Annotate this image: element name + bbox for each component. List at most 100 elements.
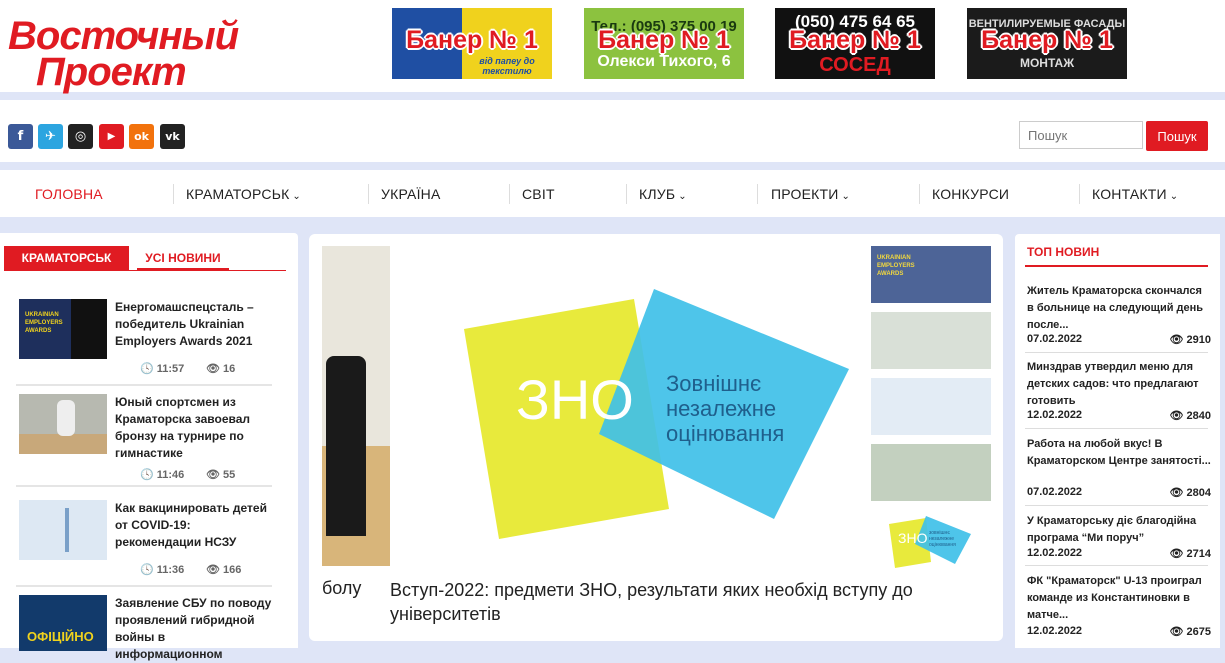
search-input[interactable]: [1019, 121, 1143, 149]
banner-label: Банер № 1: [406, 26, 538, 54]
tab-underline: [4, 270, 286, 271]
news-divider: [16, 384, 272, 386]
top-news-views: 👁 2910: [1169, 333, 1211, 346]
top-news-divider: [1025, 428, 1208, 429]
slider-thumb[interactable]: [871, 378, 991, 435]
news-meta: 🕓 11:36: [140, 563, 184, 576]
news-thumb: ОФІЦІЙНО: [19, 595, 107, 651]
banner-4[interactable]: ВЕНТИЛИРУЕМЫЕ ФАСАДЫ МОНТАЖ Банер № 1: [967, 8, 1127, 79]
zno-abbr: ЗНО: [516, 368, 634, 431]
nav-item-contests[interactable]: КОНКУРСИ: [932, 186, 1009, 202]
instagram-icon[interactable]: ◎: [68, 124, 93, 149]
top-news-views: 👁 2714: [1169, 547, 1211, 560]
nav-item-label: ПРОЕКТИ: [771, 186, 839, 202]
zno-mini-abbr: ЗНО: [898, 530, 928, 546]
news-views-count: 55: [223, 469, 236, 481]
zno-mini-text: зовнішнє незалежне оцінювання: [929, 530, 956, 548]
site-header: Восточный Проект від папеу до текстилю Б…: [0, 0, 1225, 92]
banner-2[interactable]: Тел.: (095) 375 00 19 Олекси Тихого, 6 Б…: [584, 8, 744, 79]
top-news-date: 12.02.2022: [1027, 547, 1083, 559]
banner-bg-text: Олекси Тихого, 6: [597, 53, 731, 70]
slider-thumb-active[interactable]: ЗНО зовнішнє незалежне оцінювання: [871, 510, 991, 570]
nav-item-contacts[interactable]: КОНТАКТИ ⌄: [1092, 186, 1178, 202]
news-title: Заявление СБУ по поводу проявлений гибри…: [115, 596, 272, 661]
nav-divider: [173, 184, 174, 204]
news-item[interactable]: Как вакцинировать детей от COVID-19: рек…: [16, 500, 272, 580]
thumb-text: ОФІЦІЙНО: [27, 629, 94, 644]
nav-item-ukraine[interactable]: УКРАЇНА: [381, 186, 441, 202]
nav-item-club[interactable]: КЛУБ ⌄: [639, 186, 687, 202]
zno-full-name: Зовнішнє незалежне оцінювання: [666, 371, 784, 446]
zno-logo[interactable]: ЗНО Зовнішнє незалежне оцінювання: [434, 259, 884, 559]
slider-thumb[interactable]: UKRAINIAN EMPLOYERS AWARDS: [871, 246, 991, 303]
banner-bg-text: від папеу до текстилю: [479, 56, 535, 76]
telegram-icon[interactable]: ✈: [38, 124, 63, 149]
top-news-item[interactable]: ФК "Краматорск" U-13 проиграл команде из…: [1027, 573, 1211, 638]
chevron-down-icon: ⌄: [838, 191, 851, 202]
news-time: 11:36: [156, 564, 185, 576]
thumb-text: UKRAINIAN EMPLOYERS AWARDS: [25, 312, 63, 334]
facebook-icon[interactable]: f: [8, 124, 33, 149]
search-button[interactable]: Пошук: [1146, 121, 1208, 151]
banner-label: Банер № 1: [598, 26, 730, 54]
news-item[interactable]: Юный спортсмен из Краматорска завоевал б…: [16, 394, 272, 484]
tab-kramatorsk[interactable]: КРАМАТОРСЬК: [4, 246, 129, 270]
top-news-date: 12.02.2022: [1027, 625, 1083, 637]
zno-line1: Зовнішнє: [666, 371, 762, 396]
banner-label: Банер № 1: [981, 26, 1113, 54]
news-thumb: [19, 394, 107, 454]
top-news-views: 👁 2675: [1169, 625, 1211, 638]
thumb-text: UKRAINIAN EMPLOYERS AWARDS: [877, 255, 915, 277]
eye-icon: 👁: [206, 363, 220, 375]
thumb-decor: [57, 400, 75, 436]
nav-item-kramatorsk[interactable]: КРАМАТОРСЬК ⌄: [186, 186, 301, 202]
eye-icon: 👁: [206, 469, 220, 481]
nav-item-label: КЛУБ: [639, 186, 676, 202]
top-news-divider: [1025, 352, 1208, 353]
site-logo[interactable]: Восточный Проект: [8, 6, 239, 94]
top-news-date: 07.02.2022: [1027, 486, 1083, 498]
vk-icon[interactable]: vk: [160, 124, 185, 149]
eye-icon: 👁: [1169, 410, 1184, 422]
tab-all-news[interactable]: УСІ НОВИНИ: [137, 246, 229, 270]
nav-item-home[interactable]: ГОЛОВНА: [35, 186, 103, 202]
social-search-bar: f ✈ ◎ ▶ ok vk Пошук: [0, 100, 1225, 162]
news-item[interactable]: UKRAINIAN EMPLOYERS AWARDS Енергомашспец…: [16, 299, 272, 379]
top-news-item[interactable]: Житель Краматорска скончался в больнице …: [1027, 283, 1211, 347]
slider-thumb[interactable]: [871, 444, 991, 501]
news-item[interactable]: ОФІЦІЙНО Заявление СБУ по поводу проявле…: [16, 595, 272, 661]
top-news-divider: [1025, 565, 1208, 566]
eye-icon: 👁: [1169, 626, 1184, 638]
banner-1[interactable]: від папеу до текстилю Банер № 1: [392, 8, 552, 79]
slide-prev-caption[interactable]: болу: [322, 578, 361, 599]
news-views: 👁 166: [206, 563, 241, 576]
banner-bg-text: МОНТАЖ: [1019, 56, 1075, 70]
banner-3[interactable]: (050) 475 64 65 СОСЕД Банер № 1: [775, 8, 935, 79]
top-news-views-count: 2804: [1186, 487, 1211, 499]
eye-icon: 👁: [206, 564, 220, 576]
top-news-panel: ТОП НОВИН Житель Краматорска скончался в…: [1015, 234, 1220, 648]
nav-divider: [368, 184, 369, 204]
zno-line2: незалежне: [666, 396, 777, 421]
nav-item-projects[interactable]: ПРОЕКТИ ⌄: [771, 186, 850, 202]
banner-label: Банер № 1: [789, 26, 921, 54]
top-news-views-count: 2675: [1186, 626, 1211, 638]
top-news-item[interactable]: Работа на любой вкус! В Краматорском Цен…: [1027, 436, 1211, 500]
top-news-text: ФК "Краматорск" U-13 проиграл команде из…: [1027, 575, 1202, 621]
top-news-item[interactable]: У Краматорську діє благодійна програма “…: [1027, 513, 1211, 561]
slider-thumb[interactable]: [871, 312, 991, 369]
youtube-icon[interactable]: ▶: [99, 124, 124, 149]
slide-caption[interactable]: Вступ-2022: предмети ЗНО, результати яки…: [390, 578, 950, 626]
news-title: Как вакцинировать детей от COVID-19: рек…: [115, 501, 267, 549]
nav-item-world[interactable]: СВІТ: [522, 186, 555, 202]
news-thumb: UKRAINIAN EMPLOYERS AWARDS: [19, 299, 107, 359]
odnoklassniki-icon[interactable]: ok: [129, 124, 154, 149]
logo-line2: Проект: [36, 50, 187, 94]
nav-divider: [626, 184, 627, 204]
slide-prev-image[interactable]: [322, 246, 390, 566]
nav-item-label: КОНТАКТИ: [1092, 186, 1167, 202]
news-thumb: [19, 500, 107, 560]
top-news-item[interactable]: Минздрав утвердил меню для детских садов…: [1027, 359, 1211, 423]
top-news-views-count: 2910: [1186, 334, 1211, 346]
eye-icon: 👁: [1169, 334, 1184, 346]
